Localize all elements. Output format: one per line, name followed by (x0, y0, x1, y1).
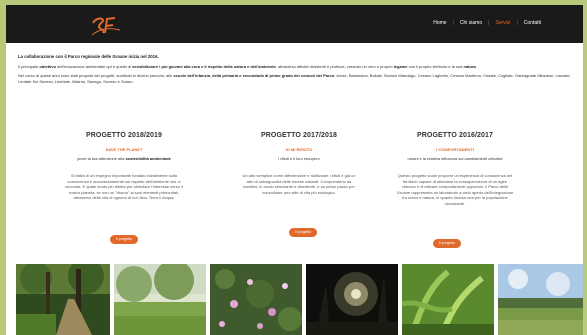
top-navbar: Home | Chi siamo | Servizi | Contatti (6, 5, 583, 43)
fern-plant-photo[interactable] (402, 264, 494, 335)
project-tagline: porre la tua attenzione alla sostenibili… (50, 156, 198, 161)
project-title: PROGETTO 2018/2019 (86, 132, 162, 139)
project-2017-button[interactable]: Il progetto (289, 228, 317, 237)
nav-contatti[interactable]: Contatti (518, 20, 547, 26)
project-2018-button[interactable]: Il progetto (110, 235, 138, 244)
text-bold: legame (393, 64, 408, 69)
intro-section: La collaborazione con il Parco regionale… (18, 54, 573, 85)
text: Il principale (18, 64, 40, 69)
project-subtitle: SAVE THE PLANET (105, 147, 143, 152)
text-bold: sostenibilità ambientale (125, 156, 171, 161)
project-description: Questo progetto vuole proporre un'esperi… (396, 173, 514, 206)
project-subtitle: IO MI RIFIUTO (285, 147, 313, 152)
text: con il proprio territorio e la sua (407, 64, 464, 69)
nav-servizi[interactable]: Servizi (489, 20, 516, 26)
text-bold: natura (463, 64, 476, 69)
project-tagline: umani e la relativa influenza sui cambia… (407, 156, 503, 161)
project-card-2018: PROGETTO 2018/2019 SAVE THE PLANET porre… (50, 132, 198, 201)
page-frame: Home | Chi siamo | Servizi | Contatti La… (6, 5, 583, 335)
intro-title: La collaborazione con il Parco regionale… (18, 54, 159, 59)
project-card-2016: PROGETTO 2016/2017 I COMPORTAMENTI umani… (381, 132, 529, 207)
text: . (475, 64, 477, 69)
project-description: Si tratta di un impegno importante fonda… (65, 173, 183, 201)
text: Nel corso di questi anni sono stati prop… (18, 73, 174, 78)
project-description: Un atto semplice come differenziare e ri… (242, 173, 356, 195)
meadow-photo[interactable] (114, 264, 206, 335)
text: dell'educazione ambientale qui è quello … (56, 64, 133, 69)
main-nav: Home | Chi siamo | Servizi | Contatti (427, 20, 547, 26)
nav-chi-siamo[interactable]: Chi siamo (454, 20, 488, 26)
project-subtitle: I COMPORTAMENTI (436, 147, 474, 152)
project-card-2017: PROGETTO 2017/2018 IO MI RIFIUTO i rifiu… (225, 132, 373, 195)
intro-paragraph-objective: Il principale obiettivo dell'educazione … (18, 64, 573, 70)
project-title: PROGETTO 2016/2017 (417, 132, 493, 139)
forest-path-photo[interactable] (16, 264, 110, 335)
intro-paragraph-schools: Nel corso di questi anni sono stati prop… (18, 73, 573, 85)
field-sky-photo[interactable] (498, 264, 583, 335)
text-bold: obiettivo (39, 64, 57, 69)
photo-gallery (16, 264, 583, 335)
text-bold: scuole dell'infanzia, della primaria e s… (173, 73, 335, 78)
text: , attraverso attività divertenti e profi… (275, 64, 394, 69)
text: porre la tua attenzione alla (77, 156, 126, 161)
text-bold: sensibilizzare i più giovani alla cura e… (132, 64, 276, 69)
sf-logo[interactable] (91, 13, 121, 37)
project-tagline: i rifiuti e il loro recupero (278, 156, 320, 161)
nav-home[interactable]: Home (427, 20, 452, 26)
project-title: PROGETTO 2017/2018 (261, 132, 337, 139)
night-trees-photo[interactable] (306, 264, 398, 335)
flowers-photo[interactable] (210, 264, 302, 335)
project-2016-button[interactable]: Il progetto (433, 239, 461, 248)
